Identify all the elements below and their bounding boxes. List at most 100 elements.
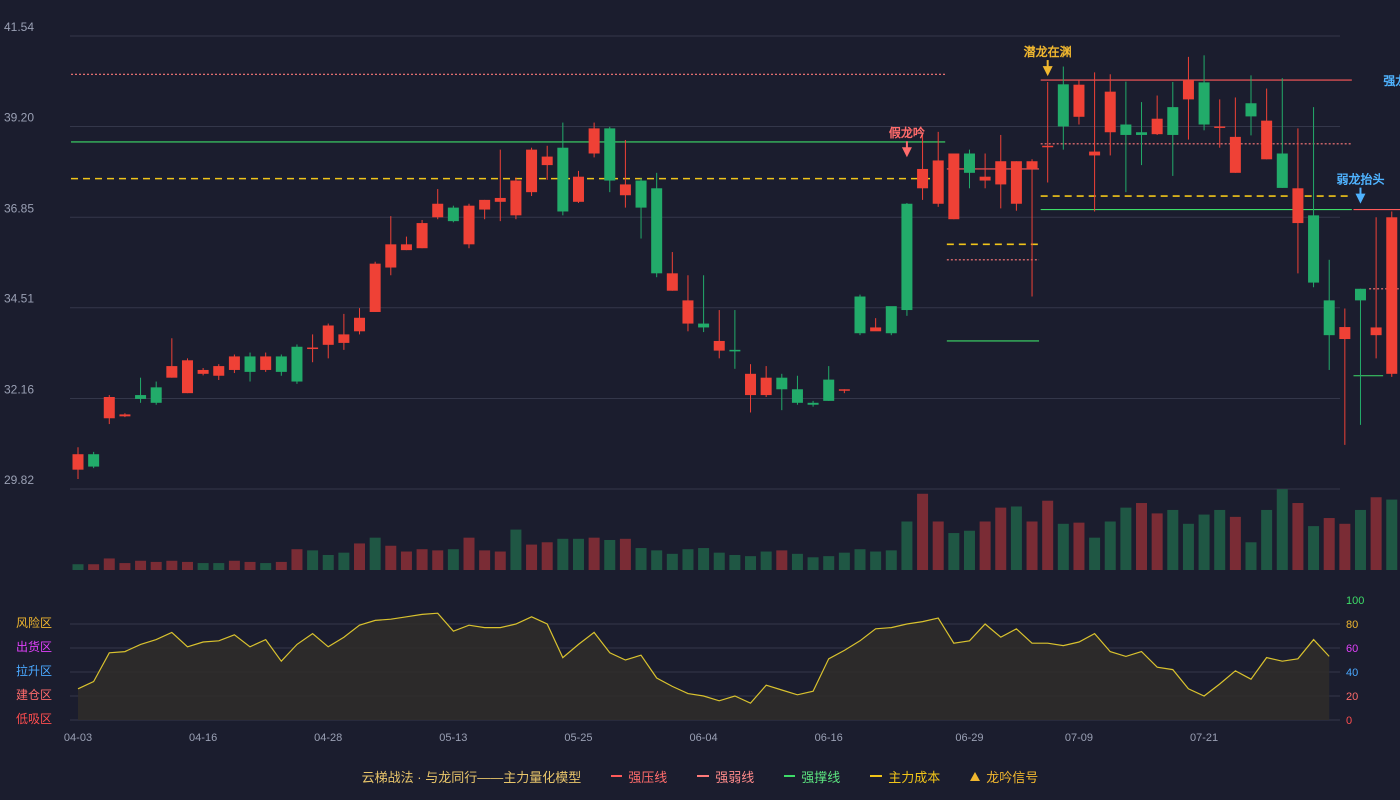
legend-title: 云梯战法 · 与龙同行——主力量化模型 [361,769,582,785]
signal-label: 假龙吟 [889,125,925,140]
candle-body [901,203,913,311]
volume-bar [1292,503,1304,570]
legend-label-signal: 龙吟信号 [986,769,1039,785]
price-tick-label: 41.54 [4,20,34,34]
candle-body [400,244,412,251]
candle-body [244,356,256,372]
volume-bar [1276,489,1288,570]
candle-body [666,273,678,291]
osc-right-tick: 60 [1346,643,1358,655]
volume-bar [635,548,647,570]
date-tick-label: 04-03 [64,732,92,744]
candle-body [228,356,240,370]
candle-body [1042,145,1054,148]
candle-body [1057,84,1069,127]
candle-body [1198,82,1210,125]
candle-body [776,377,788,390]
osc-right-tick: 100 [1346,595,1364,607]
date-tick-label: 06-04 [690,732,718,744]
candle-body [541,156,553,166]
candle-body [838,389,850,391]
volume-bar [995,507,1007,570]
volume-bar [416,549,428,570]
candle-body [213,366,225,376]
volume-bar [760,551,772,570]
date-tick-label: 05-25 [564,732,592,744]
candle-body [463,205,475,245]
osc-right-tick: 20 [1346,691,1358,703]
candle-body [807,402,819,405]
volume-bar [745,556,757,570]
volume-bar [1261,509,1273,570]
price-tick-label: 36.85 [4,201,34,215]
legend-item-support[interactable]: 强撑线 [784,767,840,786]
volume-bar [526,544,538,570]
candle-body [1136,132,1148,135]
volume-bar [1057,523,1069,570]
volume-bar [1026,521,1038,570]
volume-bar [807,557,819,570]
candle-body [917,168,929,189]
volume-bar [213,563,225,570]
candle-body [932,160,944,204]
osc-zone-label: 建仓区 [16,688,52,702]
volume-bar [166,560,178,570]
date-tick-label: 07-09 [1065,732,1093,744]
volume-bar [354,543,366,570]
candle-body [1151,118,1163,135]
signal-label: 强龙抬头 [1383,73,1400,88]
osc-right-tick: 40 [1346,667,1358,679]
candle-body [479,199,491,210]
volume-bar [1120,507,1132,570]
volume-bar [698,548,710,570]
price-tick-label: 34.51 [4,292,34,306]
volume-bar [604,539,616,570]
legend-label-weak: 强弱线 [715,769,755,785]
candle-body [416,223,428,249]
legend-item-cost[interactable]: 主力成本 [870,767,940,786]
volume-bar [135,560,147,570]
volume-bar [838,552,850,570]
volume-bar [572,538,584,570]
candle-body [135,395,147,399]
candle-body [682,300,694,324]
volume-bar [1010,506,1022,570]
candle-body [181,360,193,394]
candle-body [291,346,303,382]
volume-bar [588,537,600,570]
candle-body [1120,124,1132,135]
candle-body [385,244,397,268]
candle-body [369,263,381,312]
volume-bar [1323,518,1335,570]
volume-bar [1182,523,1194,570]
legend-label-support: 强撑线 [801,769,841,785]
volume-bar [713,552,725,570]
legend-item-pressure[interactable]: 强压线 [611,767,667,786]
candle-body [651,188,663,274]
volume-bar [1089,537,1101,570]
volume-bar [948,533,960,570]
candle-body [526,149,538,193]
volume-bar [447,549,459,570]
legend-item-weak[interactable]: 强弱线 [697,767,754,786]
volume-bar [432,550,444,570]
candle-body [1182,80,1194,100]
volume-bar [228,560,240,570]
volume-bar [1136,503,1148,570]
legend-item-signal[interactable]: 龙吟信号 [970,767,1038,786]
candle-body [1386,217,1398,374]
volume-bar [1104,521,1116,570]
volume-bar [682,549,694,570]
candle-body [1167,107,1179,135]
candle-body [1308,215,1320,283]
volume-bar [932,521,944,570]
date-tick-label: 05-13 [439,732,467,744]
osc-right-tick: 80 [1346,619,1358,631]
volume-bar [322,554,334,570]
osc-zone-label: 出货区 [16,639,52,654]
candle-body [432,203,444,218]
volume-bar [510,529,522,570]
volume-bar [275,561,287,570]
volume-bar [150,561,162,570]
candle-body [1214,126,1226,128]
